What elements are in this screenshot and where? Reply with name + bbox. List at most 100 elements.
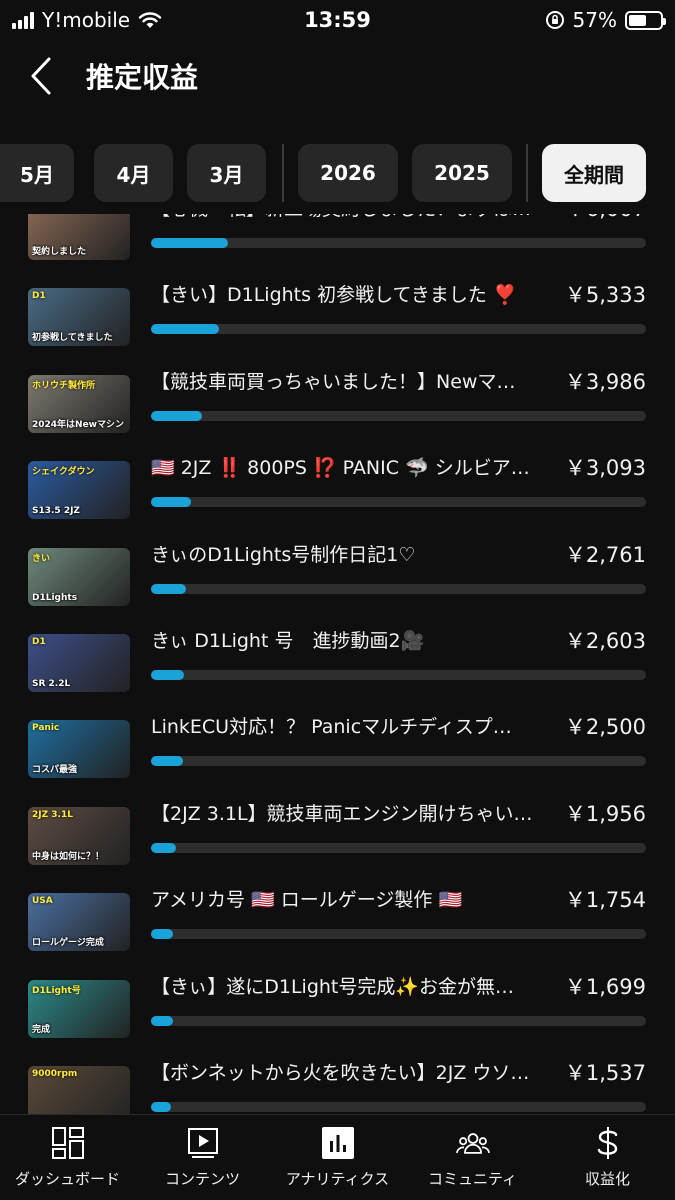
status-bar: Y!mobile 13:59 57% xyxy=(0,0,675,40)
thumbnail-top-text: きい xyxy=(32,554,51,564)
video-title: きぃのD1Lights号制作日記1♡ xyxy=(151,544,416,566)
chip-april[interactable]: 4月 xyxy=(94,144,173,202)
back-button[interactable] xyxy=(6,48,76,104)
chip-may[interactable]: 5月 xyxy=(0,144,74,202)
video-thumbnail: きい D1Lights xyxy=(28,548,130,606)
video-revenue-amount: ￥1,956 xyxy=(564,802,646,826)
thumbnail-caption: 中身は如何に？！ xyxy=(32,852,105,862)
revenue-share-bar xyxy=(151,756,646,766)
nav-community[interactable]: コミュニティ xyxy=(405,1115,540,1200)
revenue-share-fill xyxy=(151,584,187,594)
video-row[interactable]: New 契約しました 【心機一転】新工場契約しました！まずは… ￥6,007 xyxy=(0,214,675,278)
revenue-share-fill xyxy=(151,497,191,507)
thumbnail-top-text: シェイクダウン xyxy=(32,467,95,477)
video-row[interactable]: USA ロールゲージ完成 アメリカ号 🇺🇸 ロールゲージ製作 🇺🇸 ￥1,754 xyxy=(0,883,675,969)
dashboard-icon xyxy=(51,1126,85,1160)
thumbnail-top-text: ホリウチ製作所 xyxy=(32,381,96,391)
video-row[interactable]: 9000rpm 【ボンネットから火を吹きたい】2JZ ウソ… ￥1,537 xyxy=(0,1056,675,1114)
video-revenue-amount: ￥3,986 xyxy=(564,370,646,394)
video-thumbnail: ホリウチ製作所 2024年はNewマシン xyxy=(28,375,130,433)
revenue-share-bar xyxy=(151,1102,646,1112)
chip-divider xyxy=(526,144,528,202)
nav-dashboard[interactable]: ダッシュボード xyxy=(0,1115,135,1200)
back-chevron-icon xyxy=(31,57,51,95)
video-title: 【2JZ 3.1L】競技車両エンジン開けちゃい… xyxy=(151,803,533,825)
video-row[interactable]: D1 初参戦してきました 【きい】D1Lights 初参戦してきました ❣️ ￥5,3… xyxy=(0,278,675,364)
video-title: 【きい】D1Lights 初参戦してきました ❣️ xyxy=(151,284,517,306)
video-title: きぃ D1Light 号 進捗動画2🎥 xyxy=(151,630,425,652)
video-row[interactable]: ホリウチ製作所 2024年はNewマシン 【競技車両買っちゃいました！】Newマ… ￥… xyxy=(0,365,675,451)
nav-analytics[interactable]: アナリティクス xyxy=(270,1115,405,1200)
thumbnail-caption: S13.5 2JZ xyxy=(32,506,80,516)
battery-percent: 57% xyxy=(572,8,617,32)
thumbnail-caption: 2024年はNewマシン xyxy=(32,420,124,430)
video-title: 【ボンネットから火を吹きたい】2JZ ウソ… xyxy=(151,1062,530,1084)
thumbnail-caption: 完成 xyxy=(32,1025,51,1035)
bottom-nav: ダッシュボード コンテンツ アナリティクス コミュニティ 収益化 xyxy=(0,1114,675,1200)
revenue-share-fill xyxy=(151,756,184,766)
content-icon xyxy=(186,1126,220,1160)
thumbnail-caption: 初参戦してきました xyxy=(32,333,113,343)
video-thumbnail: シェイクダウン S13.5 2JZ xyxy=(28,461,130,519)
video-revenue-list[interactable]: New 契約しました 【心機一転】新工場契約しました！まずは… ￥6,007 D1 初参戦… xyxy=(0,214,675,1114)
revenue-share-bar xyxy=(151,929,646,939)
thumbnail-top-text: New xyxy=(32,214,54,215)
signal-icon xyxy=(12,11,34,29)
revenue-share-bar xyxy=(151,497,646,507)
status-left: Y!mobile xyxy=(12,8,162,32)
video-revenue-amount: ￥1,699 xyxy=(564,975,646,999)
wifi-icon xyxy=(138,12,162,28)
thumbnail-top-text: USA xyxy=(32,896,53,906)
video-thumbnail: 9000rpm xyxy=(28,1066,130,1114)
chip-march[interactable]: 3月 xyxy=(187,144,266,202)
video-row[interactable]: 2JZ 3.1L 中身は如何に？！ 【2JZ 3.1L】競技車両エンジン開けちゃい…… xyxy=(0,797,675,883)
video-row[interactable]: シェイクダウン S13.5 2JZ 🇺🇸 2JZ ‼️ 800PS ⁉️ PANIC… xyxy=(0,451,675,537)
revenue-share-bar xyxy=(151,324,646,334)
video-title: 【心機一転】新工場契約しました！まずは… xyxy=(151,214,543,224)
community-icon xyxy=(455,1126,490,1160)
video-row[interactable]: D1 SR 2.2L きぃ D1Light 号 進捗動画2🎥 ￥2,603 xyxy=(0,624,675,710)
thumbnail-caption: 契約しました xyxy=(32,247,87,257)
nav-monetization[interactable]: 収益化 xyxy=(540,1115,675,1200)
thumbnail-caption: D1Lights xyxy=(32,593,78,603)
period-filter-chips: 5月 4月 3月 2026 2025 全期間 xyxy=(0,144,675,202)
video-row[interactable]: D1Light号 完成 【きぃ】遂にD1Light号完成✨お金が無… ￥1,699 xyxy=(0,970,675,1056)
video-revenue-amount: ￥2,603 xyxy=(564,629,646,653)
monetization-icon xyxy=(591,1126,625,1160)
revenue-share-bar xyxy=(151,238,646,248)
video-title: 🇺🇸 2JZ ‼️ 800PS ⁉️ PANIC 🦈 シルビア… xyxy=(151,457,530,479)
video-thumbnail: Panic コスパ最強 xyxy=(28,720,130,778)
video-title: LinkECU対応！？ Panicマルチディスプ… xyxy=(151,716,512,738)
thumbnail-top-text: 2JZ 3.1L xyxy=(32,810,73,820)
thumbnail-caption: ロールゲージ完成 xyxy=(32,938,104,948)
nav-label: 収益化 xyxy=(584,1170,630,1188)
revenue-share-fill xyxy=(151,1016,173,1026)
nav-label: ダッシュボード xyxy=(14,1170,120,1188)
chip-divider xyxy=(282,144,284,202)
nav-label: アナリティクス xyxy=(285,1170,390,1188)
chip-all-time[interactable]: 全期間 xyxy=(542,144,646,202)
video-revenue-amount: ￥6,007 xyxy=(565,214,646,224)
video-row[interactable]: Panic コスパ最強 LinkECU対応！？ Panicマルチディスプ… ￥2,50… xyxy=(0,710,675,796)
video-row[interactable]: きい D1Lights きぃのD1Lights号制作日記1♡ ￥2,761 xyxy=(0,538,675,624)
video-revenue-amount: ￥2,500 xyxy=(564,715,646,739)
nav-label: コミュニティ xyxy=(427,1170,518,1188)
revenue-share-fill xyxy=(151,1102,171,1112)
analytics-icon xyxy=(321,1126,355,1160)
page-title: 推定収益 xyxy=(86,61,199,94)
revenue-share-fill xyxy=(151,238,228,248)
thumbnail-top-text: 9000rpm xyxy=(32,1069,78,1079)
chip-2026[interactable]: 2026 xyxy=(298,144,398,202)
thumbnail-top-text: D1 xyxy=(32,291,46,301)
video-thumbnail: D1Light号 完成 xyxy=(28,980,130,1038)
video-title: 【きぃ】遂にD1Light号完成✨お金が無… xyxy=(151,976,515,998)
video-revenue-amount: ￥1,754 xyxy=(564,888,646,912)
carrier-label: Y!mobile xyxy=(42,8,131,32)
thumbnail-top-text: Panic xyxy=(32,723,60,733)
video-thumbnail: 2JZ 3.1L 中身は如何に？！ xyxy=(28,807,130,865)
revenue-share-fill xyxy=(151,843,176,853)
video-revenue-amount: ￥2,761 xyxy=(564,543,646,567)
nav-label: コンテンツ xyxy=(164,1170,240,1188)
chip-2025[interactable]: 2025 xyxy=(412,144,512,202)
nav-content[interactable]: コンテンツ xyxy=(135,1115,270,1200)
